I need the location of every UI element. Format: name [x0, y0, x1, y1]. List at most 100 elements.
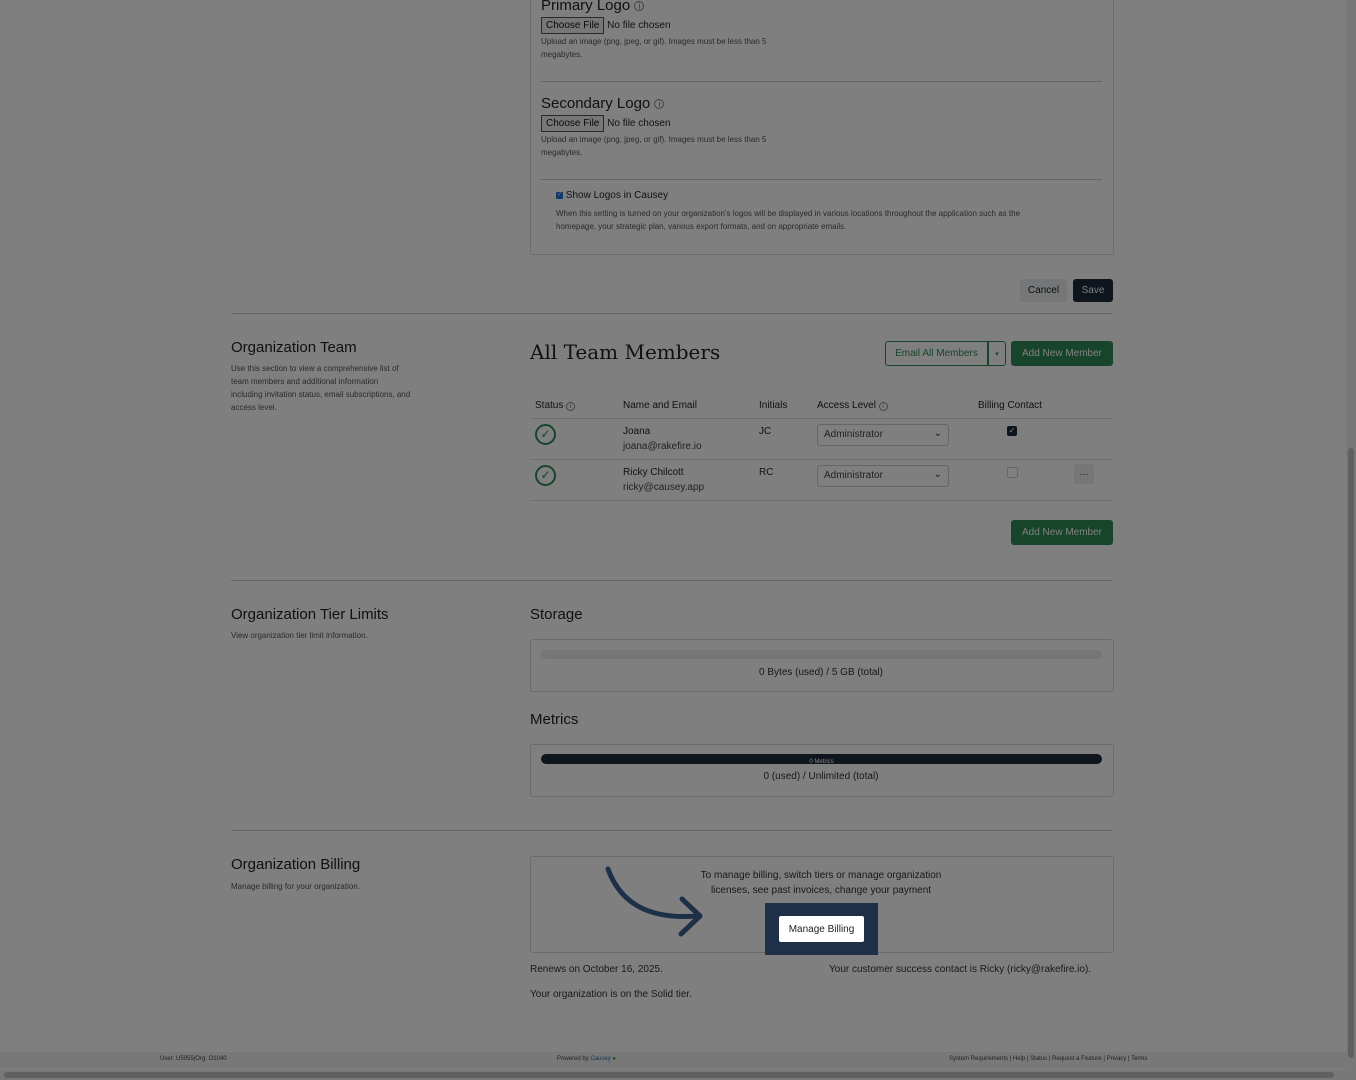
- divider: [541, 81, 1102, 82]
- tier-text: Your organization is on the Solid tier.: [530, 989, 692, 1000]
- add-new-member-bottom-button[interactable]: Add New Member: [1011, 520, 1113, 545]
- billing-contact-checkbox[interactable]: [1007, 467, 1018, 478]
- help-line: megabytes.: [541, 50, 583, 59]
- billing-contact-checkbox[interactable]: ✓: [1007, 426, 1017, 436]
- check-circle-icon: ✓: [535, 424, 556, 445]
- ellipsis-icon: ···: [1079, 469, 1089, 479]
- metrics-progress-bar: 0 Metrics: [541, 754, 1102, 765]
- col-access-label: Access Level: [817, 400, 876, 411]
- member-name: Joana: [623, 426, 651, 437]
- member-name: Ricky Chilcott: [623, 467, 684, 478]
- info-icon: i: [878, 402, 888, 411]
- primary-logo-file[interactable]: Choose File No file chosen: [541, 17, 671, 34]
- col-initials: Initials: [759, 400, 788, 411]
- desc-line: including invitation status, email subsc…: [231, 390, 411, 399]
- scrollbar-thumb[interactable]: [1348, 448, 1354, 1058]
- col-status: Status i: [535, 400, 576, 411]
- tier-section-desc: View organization tier limit information…: [231, 631, 368, 640]
- metrics-title: Metrics: [530, 711, 579, 728]
- save-button[interactable]: Save: [1073, 279, 1113, 302]
- member-initials: RC: [759, 467, 774, 478]
- col-status-label: Status: [535, 400, 564, 411]
- member-initials: JC: [759, 426, 772, 437]
- desc-line: homepage, your strategic plan, various e…: [556, 222, 847, 231]
- team-section-title: Organization Team: [231, 339, 357, 356]
- help-line: megabytes.: [541, 148, 583, 157]
- table-header-rule: [530, 418, 1112, 419]
- chevron-down-icon: ⌄: [933, 469, 942, 480]
- caret-down-icon: ▾: [995, 350, 999, 358]
- more-options-button[interactable]: ···: [1074, 464, 1094, 484]
- storage-title: Storage: [530, 606, 583, 623]
- desc-line: team members and additional information: [231, 377, 379, 386]
- section-divider: [231, 580, 1112, 581]
- help-line: Upload an image (png, jpeg, or gif). Ima…: [541, 135, 767, 144]
- email-all-button[interactable]: Email All Members: [885, 341, 988, 366]
- leaf-icon: ●: [612, 1056, 616, 1062]
- help-line: Upload an image (png, jpeg, or gif). Ima…: [541, 37, 767, 46]
- cancel-button[interactable]: Cancel: [1020, 279, 1067, 302]
- col-access: Access Level i: [817, 400, 888, 411]
- footer-user: User: U5955|Org: O1040: [160, 1056, 227, 1062]
- row-rule: [530, 459, 1112, 460]
- row-rule: [530, 500, 1112, 501]
- choose-file-button[interactable]: Choose File: [541, 115, 605, 132]
- access-level-select[interactable]: Administrator ⌄: [817, 465, 949, 487]
- access-level-select[interactable]: Administrator ⌄: [817, 424, 949, 446]
- access-level-value: Administrator: [824, 429, 883, 440]
- add-new-member-button[interactable]: Add New Member: [1011, 341, 1113, 366]
- manage-billing-button[interactable]: Manage Billing: [779, 916, 864, 942]
- show-logos-row[interactable]: ✓ Show Logos in Causey: [556, 190, 668, 201]
- team-section-desc: Use this section to view a comprehensive…: [231, 362, 446, 414]
- no-file-label: No file chosen: [607, 118, 671, 129]
- storage-usage-text: 0 Bytes (used) / 5 GB (total): [759, 667, 883, 678]
- secondary-logo-file[interactable]: Choose File No file chosen: [541, 115, 671, 132]
- vertical-scrollbar[interactable]: [1346, 0, 1356, 1070]
- desc-line: When this setting is turned on your orga…: [556, 209, 1021, 218]
- causey-link[interactable]: Causey: [590, 1056, 610, 1062]
- show-logos-checkbox[interactable]: ✓: [556, 191, 563, 199]
- metrics-bar-label: 0 Metrics: [809, 759, 834, 765]
- team-heading: All Team Members: [530, 340, 721, 364]
- info-icon: i: [654, 99, 665, 110]
- storage-card: [530, 639, 1114, 692]
- info-icon: i: [566, 402, 576, 411]
- tier-section-title: Organization Tier Limits: [231, 606, 389, 623]
- metrics-usage-text: 0 (used) / Unlimited (total): [763, 771, 879, 782]
- choose-file-button[interactable]: Choose File: [541, 17, 605, 34]
- desc-line: Use this section to view a comprehensive…: [231, 364, 399, 373]
- success-contact-text: Your customer success contact is Ricky (…: [829, 964, 1092, 975]
- info-icon: i: [634, 1, 645, 12]
- primary-logo-label: Primary Logo: [541, 0, 631, 14]
- horizontal-scrollbar[interactable]: [0, 1070, 1356, 1080]
- access-level-value: Administrator: [824, 470, 883, 481]
- col-name: Name and Email: [623, 400, 697, 411]
- email-dropdown-toggle[interactable]: ▾: [988, 341, 1006, 366]
- show-logos-label: Show Logos in Causey: [565, 190, 669, 201]
- storage-progress-bar: [541, 650, 1102, 659]
- billing-section-desc: Manage billing for your organization.: [231, 882, 360, 891]
- primary-logo-help: Upload an image (png, jpeg, or gif). Ima…: [541, 35, 766, 61]
- no-file-label: No file chosen: [607, 20, 671, 31]
- member-email: joana@rakefire.io: [623, 441, 702, 452]
- pointer-arrow-icon: [605, 866, 703, 937]
- primary-logo-title: Primary Logo i: [541, 0, 645, 14]
- powered-label: Powered by: [557, 1056, 589, 1062]
- footer-links[interactable]: System Requirements | Help | Status | Re…: [949, 1056, 1147, 1062]
- chevron-down-icon: ⌄: [933, 428, 942, 439]
- section-divider: [231, 830, 1112, 831]
- secondary-logo-help: Upload an image (png, jpeg, or gif). Ima…: [541, 133, 766, 159]
- divider: [541, 179, 1102, 180]
- desc-line: access level.: [231, 403, 277, 412]
- check-circle-icon: ✓: [535, 465, 556, 486]
- section-divider: [231, 313, 1112, 314]
- col-billing: Billing Contact: [978, 400, 1042, 411]
- member-email: ricky@causey.app: [623, 482, 705, 493]
- renews-text: Renews on October 16, 2025.: [530, 964, 663, 975]
- secondary-logo-label: Secondary Logo: [541, 95, 651, 112]
- billing-section-title: Organization Billing: [231, 856, 361, 873]
- show-logos-desc: When this setting is turned on your orga…: [556, 207, 1020, 233]
- scrollbar-thumb[interactable]: [4, 1072, 1334, 1078]
- secondary-logo-title: Secondary Logo i: [541, 95, 665, 112]
- footer-powered: Powered by Causey ●: [557, 1056, 616, 1062]
